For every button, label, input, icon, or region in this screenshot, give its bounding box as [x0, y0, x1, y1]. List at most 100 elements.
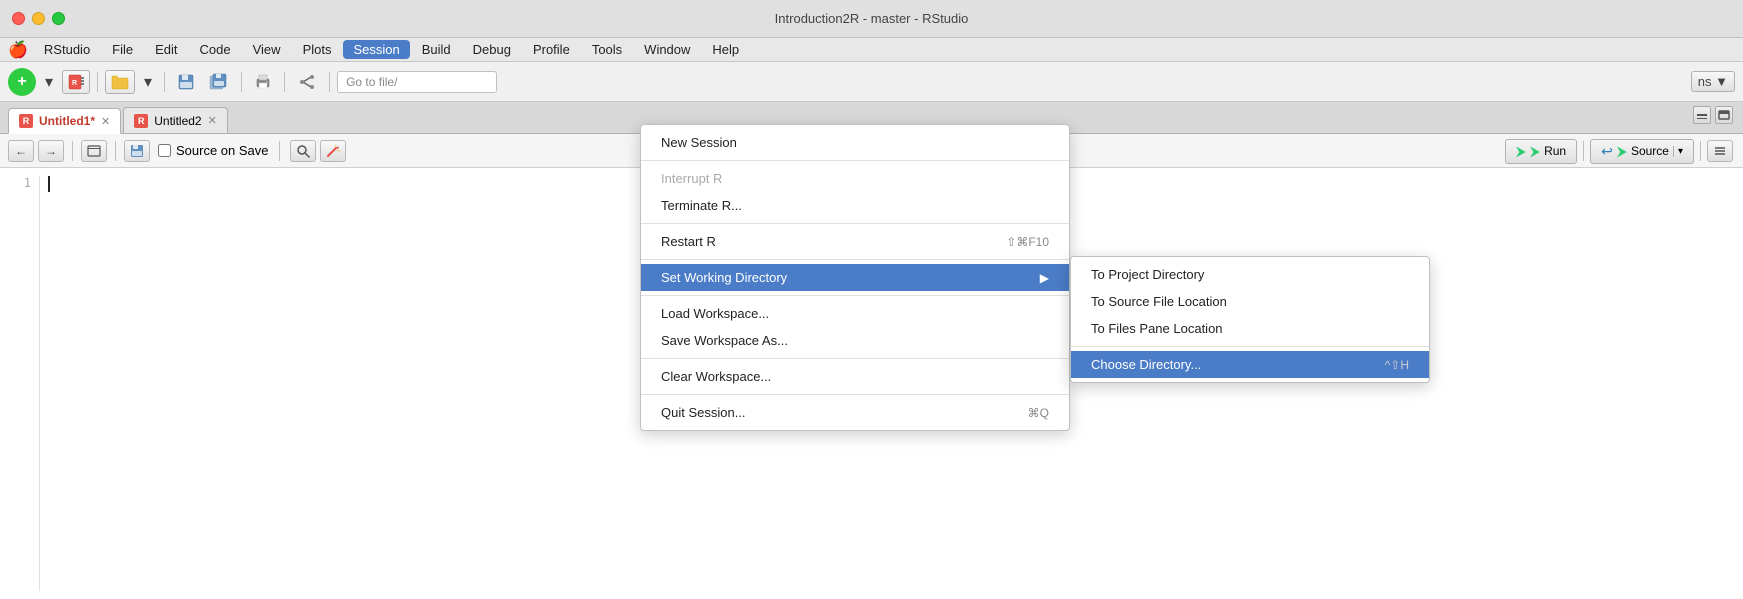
menu-session[interactable]: Session [343, 40, 409, 59]
tab-untitled2[interactable]: R Untitled2 ✕ [123, 107, 228, 133]
save-icon [177, 73, 195, 91]
editor-options-button[interactable] [1707, 140, 1733, 162]
menu-view[interactable]: View [243, 40, 291, 59]
set-working-dir-submenu: To Project Directory To Source File Loca… [1070, 256, 1430, 383]
print-button[interactable] [249, 70, 277, 94]
tab-r-icon-2: R [134, 114, 148, 128]
menu-code[interactable]: Code [190, 40, 241, 59]
line-numbers: 1 [0, 176, 40, 591]
tab-close-untitled2[interactable]: ✕ [208, 114, 217, 127]
menu-profile[interactable]: Profile [523, 40, 580, 59]
menu-file[interactable]: File [102, 40, 143, 59]
sep3 [241, 72, 242, 92]
sep6 [641, 394, 1069, 395]
open-dropdown-button[interactable]: ▾ [139, 69, 157, 95]
source-button[interactable]: ↩ ⮞ Source ▾ [1590, 139, 1694, 164]
share-button[interactable] [292, 70, 322, 94]
source-on-save-label: Source on Save [176, 143, 269, 158]
submenu-choose-dir[interactable]: Choose Directory... ^⇧H [1071, 351, 1429, 378]
menu-quit-session[interactable]: Quit Session... ⌘Q [641, 399, 1069, 426]
menu-new-session[interactable]: New Session [641, 129, 1069, 156]
menu-plots[interactable]: Plots [293, 40, 342, 59]
menu-edit[interactable]: Edit [145, 40, 187, 59]
sep4 [284, 72, 285, 92]
tab-close-untitled1[interactable]: ✕ [101, 115, 110, 128]
menu-tools[interactable]: Tools [582, 40, 632, 59]
interrupt-r-label: Interrupt R [661, 171, 722, 186]
new-file-button[interactable]: + [8, 68, 36, 96]
navigate-back-button[interactable]: ← [8, 140, 34, 162]
magic-wand-button[interactable] [320, 140, 346, 162]
maximize-pane-button[interactable] [1715, 106, 1733, 124]
minimize-button[interactable] [32, 12, 45, 25]
options-icon [1714, 145, 1726, 157]
window-title: Introduction2R - master - RStudio [775, 11, 969, 26]
source-sep [1700, 141, 1701, 161]
source-on-save-checkbox[interactable] [158, 144, 171, 157]
menu-restart-r[interactable]: Restart R ⇧⌘F10 [641, 228, 1069, 255]
nav-separator [72, 141, 73, 161]
open-file-button[interactable] [105, 70, 135, 94]
menu-save-workspace[interactable]: Save Workspace As... [641, 327, 1069, 354]
tab-untitled1[interactable]: R Untitled1* ✕ [8, 108, 121, 134]
save-small-icon [130, 144, 144, 158]
maximize-button[interactable] [52, 12, 65, 25]
toolbar-dropdown-button[interactable]: ▾ [40, 69, 58, 95]
source-dropdown-icon[interactable]: ▾ [1673, 146, 1683, 157]
show-in-window-button[interactable] [81, 140, 107, 162]
submenu-to-project-dir[interactable]: To Project Directory [1071, 261, 1429, 288]
menu-terminate-r[interactable]: Terminate R... [641, 192, 1069, 219]
menu-build[interactable]: Build [412, 40, 461, 59]
find-button[interactable] [290, 140, 316, 162]
run-arrow2-icon: ⮞ [1530, 143, 1540, 160]
save-all-button[interactable] [204, 70, 234, 94]
sep5 [641, 358, 1069, 359]
run-sep [1583, 141, 1584, 161]
sep7 [279, 141, 280, 161]
restart-r-label: Restart R [661, 234, 716, 249]
title-bar: Introduction2R - master - RStudio [0, 0, 1743, 38]
submenu-to-files-pane[interactable]: To Files Pane Location [1071, 315, 1429, 342]
minimize-pane-button[interactable] [1693, 106, 1711, 124]
to-files-pane-label: To Files Pane Location [1091, 321, 1223, 336]
menu-rstudio[interactable]: RStudio [34, 40, 100, 59]
save-editor-button[interactable] [124, 140, 150, 162]
menu-debug[interactable]: Debug [463, 40, 521, 59]
ns-dropdown[interactable]: ns ▼ [1691, 71, 1735, 92]
go-to-file-input[interactable]: Go to file/ [337, 71, 497, 93]
apple-menu[interactable]: 🍎 [8, 40, 28, 60]
sep2 [641, 223, 1069, 224]
source-arrow-icon: ↩ [1601, 143, 1613, 160]
sep2 [164, 72, 165, 92]
line-number-1: 1 [8, 176, 31, 190]
print-icon [254, 73, 272, 91]
clear-workspace-label: Clear Workspace... [661, 369, 771, 384]
tab-title-untitled2: Untitled2 [154, 114, 201, 128]
sep1 [97, 72, 98, 92]
menu-set-working-dir[interactable]: Set Working Directory ▶ [641, 264, 1069, 291]
save-workspace-label: Save Workspace As... [661, 333, 788, 348]
plus-icon: + [17, 73, 26, 91]
tab-title-untitled1: Untitled1* [39, 114, 95, 128]
to-source-file-label: To Source File Location [1091, 294, 1227, 309]
menu-bar: 🍎 RStudio File Edit Code View Plots Sess… [0, 38, 1743, 62]
r-script-icon: R [67, 73, 85, 91]
new-r-script-button[interactable]: R [62, 70, 90, 94]
source-label: Source [1631, 144, 1669, 158]
navigate-forward-button[interactable]: → [38, 140, 64, 162]
sep6 [115, 141, 116, 161]
submenu-to-source-file[interactable]: To Source File Location [1071, 288, 1429, 315]
restart-r-shortcut: ⇧⌘F10 [1006, 235, 1049, 249]
menu-clear-workspace[interactable]: Clear Workspace... [641, 363, 1069, 390]
share-icon [297, 73, 317, 91]
close-button[interactable] [12, 12, 25, 25]
run-button[interactable]: ⮞ ⮞ Run [1505, 139, 1577, 164]
save-button[interactable] [172, 70, 200, 94]
run-label: Run [1544, 144, 1566, 158]
terminate-r-label: Terminate R... [661, 198, 742, 213]
svg-text:R: R [72, 80, 77, 87]
menu-window[interactable]: Window [634, 40, 700, 59]
to-project-dir-label: To Project Directory [1091, 267, 1204, 282]
menu-load-workspace[interactable]: Load Workspace... [641, 300, 1069, 327]
menu-help[interactable]: Help [702, 40, 749, 59]
